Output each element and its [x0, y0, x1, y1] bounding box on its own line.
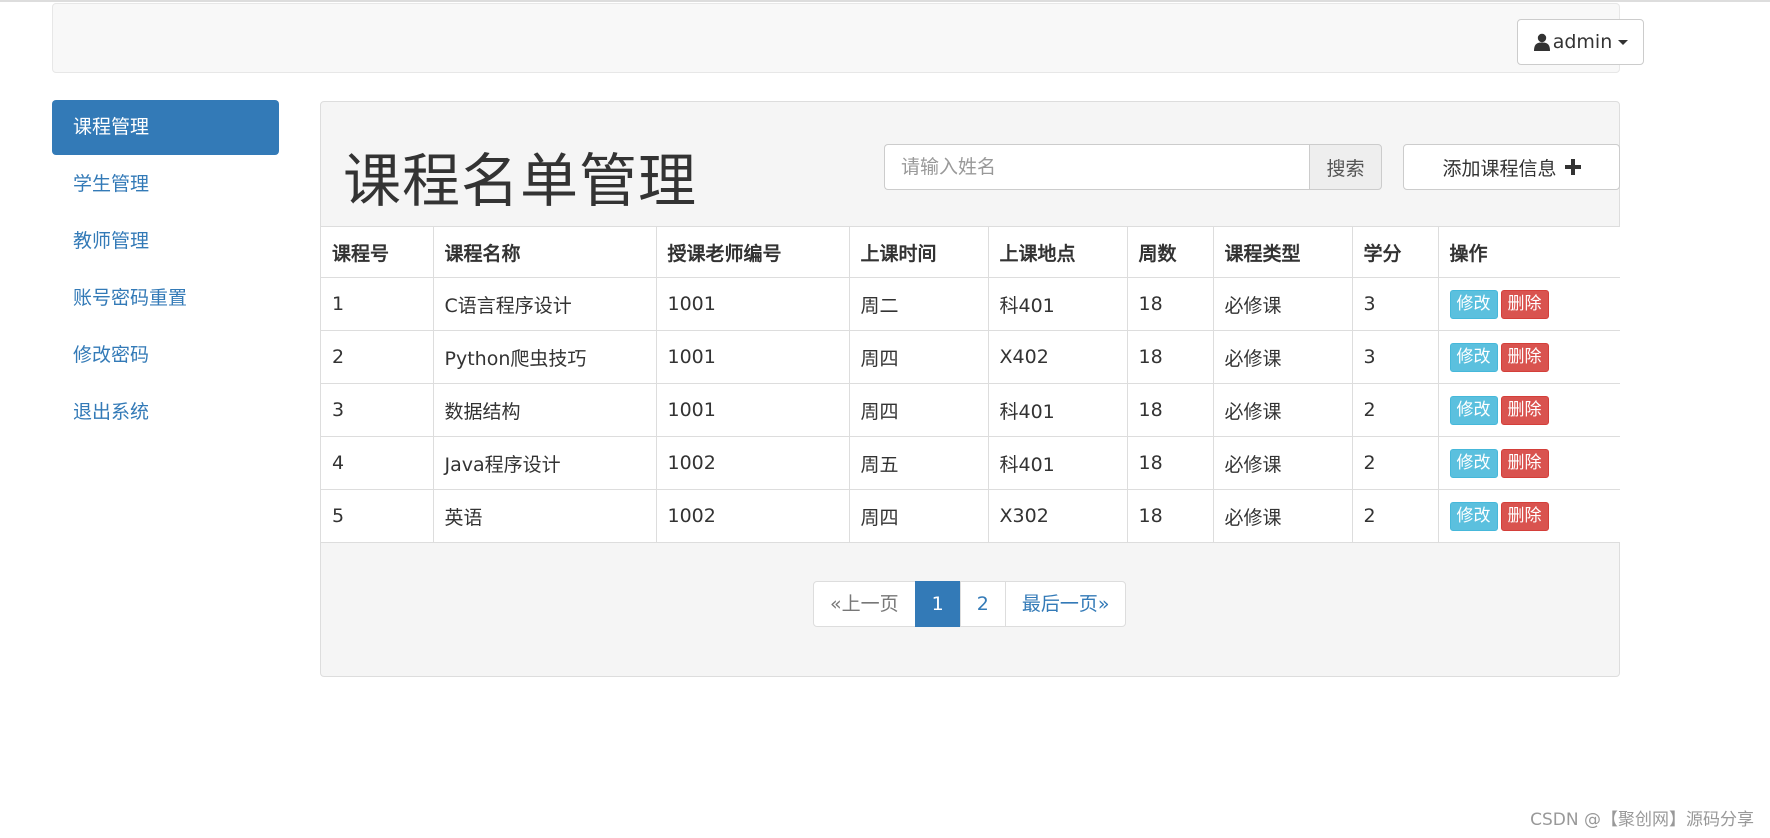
sidebar-item-change-password[interactable]: 修改密码	[52, 328, 279, 383]
cell-course-name: C语言程序设计	[432, 277, 657, 331]
top-border	[0, 0, 1770, 2]
cell-course-id: 3	[321, 383, 434, 437]
cell-actions: 修改 删除	[1437, 330, 1620, 384]
header-class-location: 上课地点	[987, 226, 1128, 278]
user-icon	[1533, 33, 1550, 51]
sidebar-item-teacher-management[interactable]: 教师管理	[52, 214, 279, 269]
user-dropdown-button[interactable]: admin	[1517, 19, 1644, 65]
cell-weeks: 18	[1126, 277, 1214, 331]
cell-weeks: 18	[1126, 436, 1214, 490]
cell-class-location: X402	[987, 330, 1128, 384]
cell-actions: 修改 删除	[1437, 277, 1620, 331]
cell-actions: 修改 删除	[1437, 383, 1620, 437]
header-course-type: 课程类型	[1212, 226, 1353, 278]
delete-button[interactable]: 删除	[1500, 395, 1549, 425]
pagination-page-2[interactable]: 2	[959, 581, 1006, 627]
cell-class-time: 周四	[848, 489, 989, 543]
cell-class-time: 周二	[848, 277, 989, 331]
delete-button[interactable]: 删除	[1500, 501, 1549, 531]
main-panel: 课程名单管理 搜索 添加课程信息 课程号 课程名称 授课老师编号 上课时间 上课…	[320, 101, 1620, 677]
cell-class-location: 科401	[987, 277, 1128, 331]
table-row: 5 英语 1002 周四 X302 18 必修课 2 修改 删除	[321, 489, 1620, 543]
cell-course-name: 数据结构	[432, 383, 657, 437]
header-teacher-id: 授课老师编号	[655, 226, 850, 278]
cell-course-type: 必修课	[1212, 383, 1353, 437]
cell-course-id: 5	[321, 489, 434, 543]
header-class-time: 上课时间	[848, 226, 989, 278]
cell-class-location: 科401	[987, 436, 1128, 490]
cell-teacher-id: 1002	[655, 436, 850, 490]
sidebar-item-course-management[interactable]: 课程管理	[52, 100, 279, 155]
table-header-row: 课程号 课程名称 授课老师编号 上课时间 上课地点 周数 课程类型 学分 操作	[321, 226, 1620, 278]
search-group: 搜索	[884, 144, 1382, 190]
course-table: 课程号 课程名称 授课老师编号 上课时间 上课地点 周数 课程类型 学分 操作 …	[321, 226, 1620, 543]
header-course-name: 课程名称	[432, 226, 657, 278]
pagination-last-link[interactable]: 最后一页»	[1004, 581, 1127, 627]
cell-credits: 2	[1351, 489, 1439, 543]
cell-course-type: 必修课	[1212, 277, 1353, 331]
edit-button[interactable]: 修改	[1449, 395, 1498, 425]
edit-button[interactable]: 修改	[1449, 342, 1498, 372]
sidebar-item-student-management[interactable]: 学生管理	[52, 157, 279, 212]
pagination-prev-link[interactable]: «上一页	[813, 581, 916, 627]
caret-down-icon	[1618, 39, 1629, 45]
table-row: 1 C语言程序设计 1001 周二 科401 18 必修课 3 修改 删除	[321, 277, 1620, 331]
sidebar-item-account-reset[interactable]: 账号密码重置	[52, 271, 279, 326]
cell-weeks: 18	[1126, 383, 1214, 437]
cell-class-time: 周五	[848, 436, 989, 490]
cell-course-type: 必修课	[1212, 330, 1353, 384]
header-course-id: 课程号	[321, 226, 434, 278]
table-row: 4 Java程序设计 1002 周五 科401 18 必修课 2 修改 删除	[321, 436, 1620, 490]
cell-class-location: X302	[987, 489, 1128, 543]
cell-weeks: 18	[1126, 330, 1214, 384]
cell-actions: 修改 删除	[1437, 489, 1620, 543]
cell-course-id: 1	[321, 277, 434, 331]
delete-button[interactable]: 删除	[1500, 289, 1549, 319]
cell-course-name: Python爬虫技巧	[432, 330, 657, 384]
cell-credits: 3	[1351, 277, 1439, 331]
delete-button[interactable]: 删除	[1500, 342, 1549, 372]
cell-teacher-id: 1002	[655, 489, 850, 543]
cell-teacher-id: 1001	[655, 383, 850, 437]
page-title: 课程名单管理	[343, 147, 698, 215]
search-input[interactable]	[884, 144, 1309, 190]
cell-actions: 修改 删除	[1437, 436, 1620, 490]
cell-weeks: 18	[1126, 489, 1214, 543]
cell-class-time: 周四	[848, 383, 989, 437]
header-credits: 学分	[1351, 226, 1439, 278]
sidebar-item-logout[interactable]: 退出系统	[52, 385, 279, 440]
cell-teacher-id: 1001	[655, 277, 850, 331]
cell-course-name: Java程序设计	[432, 436, 657, 490]
pagination-page-1[interactable]: 1	[914, 581, 961, 627]
cell-credits: 2	[1351, 383, 1439, 437]
cell-course-type: 必修课	[1212, 436, 1353, 490]
delete-button[interactable]: 删除	[1500, 448, 1549, 478]
table-row: 3 数据结构 1001 周四 科401 18 必修课 2 修改 删除	[321, 383, 1620, 437]
plus-icon	[1564, 159, 1581, 175]
cell-credits: 2	[1351, 436, 1439, 490]
table-row: 2 Python爬虫技巧 1001 周四 X402 18 必修课 3 修改 删除	[321, 330, 1620, 384]
watermark: CSDN @【聚创网】源码分享	[1530, 810, 1754, 830]
user-label: admin	[1552, 31, 1613, 53]
edit-button[interactable]: 修改	[1449, 501, 1498, 531]
cell-course-name: 英语	[432, 489, 657, 543]
cell-course-id: 4	[321, 436, 434, 490]
cell-course-type: 必修课	[1212, 489, 1353, 543]
add-course-button[interactable]: 添加课程信息	[1403, 144, 1620, 190]
cell-credits: 3	[1351, 330, 1439, 384]
header-weeks: 周数	[1126, 226, 1214, 278]
add-course-label: 添加课程信息	[1442, 157, 1557, 180]
cell-teacher-id: 1001	[655, 330, 850, 384]
header-actions: 操作	[1437, 226, 1620, 278]
top-navbar: admin	[52, 3, 1644, 73]
search-button[interactable]: 搜索	[1309, 144, 1382, 190]
sidebar: 课程管理 学生管理 教师管理 账号密码重置 修改密码 退出系统	[52, 100, 279, 442]
edit-button[interactable]: 修改	[1449, 448, 1498, 478]
edit-button[interactable]: 修改	[1449, 289, 1498, 319]
cell-class-time: 周四	[848, 330, 989, 384]
cell-course-id: 2	[321, 330, 434, 384]
cell-class-location: 科401	[987, 383, 1128, 437]
pagination: «上一页 1 2 最后一页»	[813, 581, 1127, 627]
